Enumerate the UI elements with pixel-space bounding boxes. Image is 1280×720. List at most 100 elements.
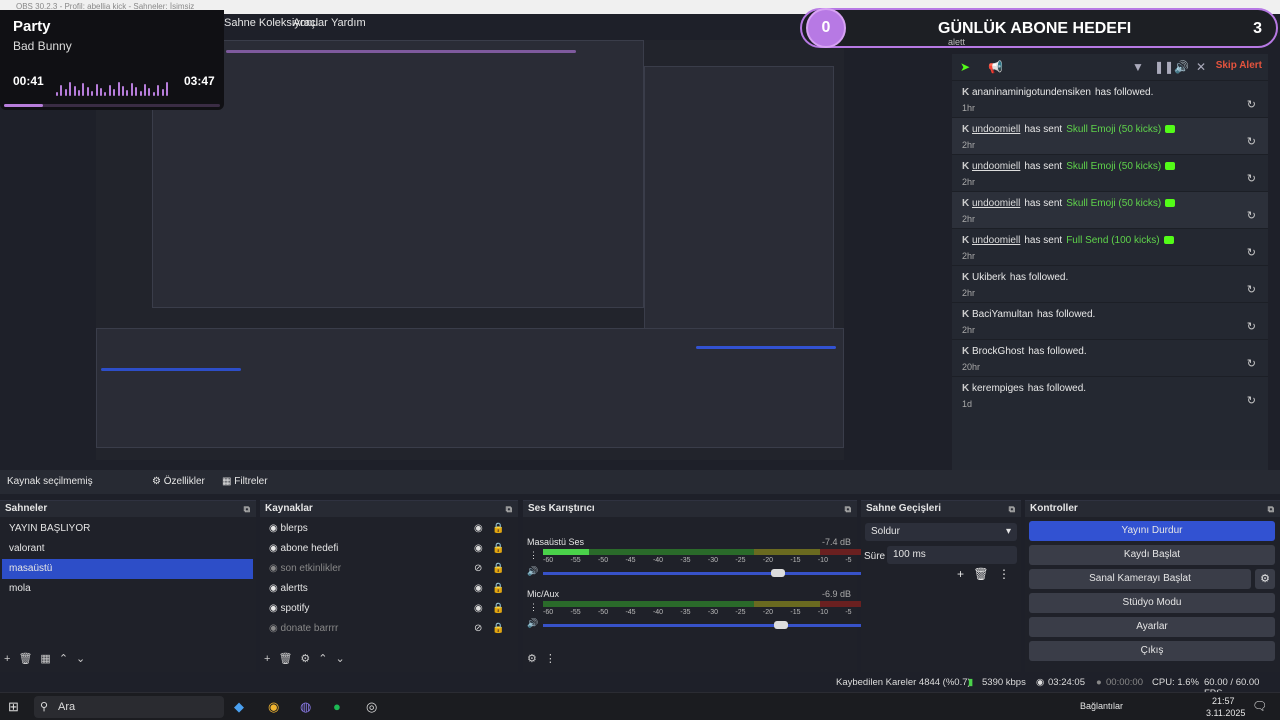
eye-icon[interactable]: ◉ <box>474 579 483 599</box>
menu-icon[interactable]: ⋮ <box>545 653 556 665</box>
spotify-icon[interactable]: ● <box>333 699 341 714</box>
up-icon[interactable]: ⌃ <box>318 653 327 665</box>
eye-off-icon[interactable]: ⊘ <box>474 619 482 639</box>
mute-icon[interactable]: ✕ <box>1196 60 1206 74</box>
filter-icon[interactable]: ▼ <box>1132 60 1144 74</box>
source-item[interactable]: ◉ donate barrrr ⊘ 🔒 <box>262 619 506 639</box>
slider-knob[interactable] <box>770 569 785 577</box>
trash-icon[interactable]: 🗑 <box>973 567 988 581</box>
virtual-camera-button[interactable]: Sanal Kamerayı Başlat <box>1029 569 1251 589</box>
eye-icon[interactable]: ◉ <box>474 539 483 559</box>
alert-time: 2hr <box>962 251 976 261</box>
network-label[interactable]: Bağlantılar <box>1080 701 1123 711</box>
megaphone-icon[interactable]: 📢 <box>988 60 1003 74</box>
scene-item[interactable]: mola <box>2 579 253 599</box>
eye-off-icon[interactable]: ⊘ <box>474 559 482 579</box>
source-item[interactable]: ◉ abone hedefi ◉ 🔒 <box>262 539 506 559</box>
speaker-icon[interactable]: 🔊 <box>527 618 538 629</box>
eye-icon[interactable]: ◉ <box>474 599 483 619</box>
lock-icon[interactable]: 🔒 <box>492 559 504 579</box>
alert-row: K undoomiell has sent Skull Emoji (50 kick… <box>952 154 1268 191</box>
source-item[interactable]: ◉ alertts ◉ 🔒 <box>262 579 506 599</box>
filters-button[interactable]: ▦ Filtreler <box>222 476 268 487</box>
alert-row: K undoomiell has sent Full Send (100 kicks… <box>952 228 1268 265</box>
transition-select[interactable]: Soldur ▾ <box>865 523 1017 541</box>
replay-icon[interactable]: ↻ <box>1247 357 1256 370</box>
app-icon[interactable]: ◆ <box>234 699 244 715</box>
lock-icon[interactable]: 🔒 <box>492 519 504 539</box>
down-icon[interactable]: ⌄ <box>76 653 85 665</box>
goal-latest: alett <box>948 37 966 47</box>
lock-icon[interactable]: 🔒 <box>492 579 504 599</box>
stop-stream-button[interactable]: Yayını Durdur <box>1029 521 1275 541</box>
chrome-icon[interactable]: ◉ <box>268 699 279 715</box>
replay-icon[interactable]: ↻ <box>1247 246 1256 259</box>
replay-icon[interactable]: ↻ <box>1247 98 1256 111</box>
kick-icon: K <box>962 124 972 135</box>
replay-icon[interactable]: ↻ <box>1247 394 1256 407</box>
lock-icon[interactable]: 🔒 <box>492 539 504 559</box>
replay-icon[interactable]: ↻ <box>1247 283 1256 296</box>
up-icon[interactable]: ⌃ <box>59 653 68 665</box>
status-bar: Kaybedilen Kareler 4844 (%0.7) ▮ 5390 kb… <box>820 677 1280 699</box>
alert-message: K undoomiell has sent Skull Emoji (50 kick… <box>962 198 1258 209</box>
scene-item[interactable]: YAYIN BAŞLIYOR <box>2 519 253 539</box>
down-icon[interactable]: ⌄ <box>336 653 345 665</box>
volume-slider[interactable] <box>543 621 873 629</box>
obs-icon[interactable]: ◎ <box>366 699 377 715</box>
replay-icon[interactable]: ↻ <box>1247 320 1256 333</box>
alert-item: Full Send (100 kicks) <box>1066 235 1160 246</box>
volume-icon[interactable]: 🔊 <box>1174 60 1189 74</box>
eye-icon[interactable]: ◉ <box>474 519 483 539</box>
volume-slider[interactable] <box>543 569 873 577</box>
scenes-title: Sahneler ⧉ <box>0 501 256 517</box>
wave-bar <box>108 85 111 96</box>
clock-date[interactable]: 3.11.2025 <box>1206 708 1245 718</box>
start-recording-button[interactable]: Kaydı Başlat <box>1029 545 1275 565</box>
menu-tools[interactable]: Araçlar <box>293 17 328 29</box>
lock-icon[interactable]: 🔒 <box>492 619 504 639</box>
trash-icon[interactable]: 🗑 <box>278 653 292 665</box>
scene-item-selected[interactable]: masaüstü <box>2 559 253 579</box>
add-icon[interactable]: + <box>4 653 10 665</box>
taskbar-search[interactable]: ⚲ Ara <box>34 696 224 718</box>
replay-icon[interactable]: ↻ <box>1247 209 1256 222</box>
spotify-widget: Party Bad Bunny 00:41 03:47 <box>0 10 224 110</box>
filter-icon[interactable]: ▦ <box>40 653 50 665</box>
discord-icon[interactable]: ◍ <box>300 699 311 715</box>
notification-icon[interactable]: 🗨 <box>1252 699 1267 713</box>
gear-icon[interactable]: ⚙ <box>527 653 537 665</box>
menu-icon[interactable]: ⋮ <box>529 602 538 613</box>
menu-icon[interactable]: ⋮ <box>529 550 538 561</box>
source-item[interactable]: ◉ spotify ◉ 🔒 <box>262 599 506 619</box>
gear-icon[interactable]: ⚙ <box>300 653 310 665</box>
properties-button[interactable]: ⚙ Özellikler <box>152 476 205 487</box>
settings-button[interactable]: Ayarlar <box>1029 617 1275 637</box>
wave-bar <box>113 89 116 96</box>
duration-input[interactable]: 100 ms <box>887 546 1017 564</box>
scene-item[interactable]: valorant <box>2 539 253 559</box>
studio-mode-button[interactable]: Stüdyo Modu <box>1029 593 1275 613</box>
replay-icon[interactable]: ↻ <box>1247 172 1256 185</box>
menu-help[interactable]: Yardım <box>331 17 366 29</box>
windows-start-icon[interactable]: ⊞ <box>8 699 19 715</box>
send-icon[interactable]: ➤ <box>960 60 970 74</box>
speaker-icon[interactable]: 🔊 <box>527 566 538 577</box>
add-icon[interactable]: + <box>264 653 270 665</box>
scale-tick: -25 <box>735 609 746 616</box>
source-item[interactable]: ◉ blerps ◉ 🔒 <box>262 519 506 539</box>
source-item[interactable]: ◉ son etkinlikler ⊘ 🔒 <box>262 559 506 579</box>
skip-alert-button[interactable]: Skip Alert <box>1216 60 1262 71</box>
menu-icon[interactable]: ⋮ <box>998 567 1010 581</box>
slider-knob[interactable] <box>773 621 788 629</box>
trash-icon[interactable]: 🗑 <box>18 653 32 665</box>
kick-icon: K <box>962 235 972 246</box>
pause-icon[interactable]: ❚❚ <box>1154 60 1174 74</box>
wave-bar <box>122 86 124 96</box>
exit-button[interactable]: Çıkış <box>1029 641 1275 661</box>
lock-icon[interactable]: 🔒 <box>492 599 504 619</box>
gear-icon[interactable]: ⚙ <box>1255 569 1275 589</box>
replay-icon[interactable]: ↻ <box>1247 135 1256 148</box>
add-icon[interactable]: + <box>957 567 964 581</box>
clock-time[interactable]: 21:57 <box>1212 696 1235 706</box>
